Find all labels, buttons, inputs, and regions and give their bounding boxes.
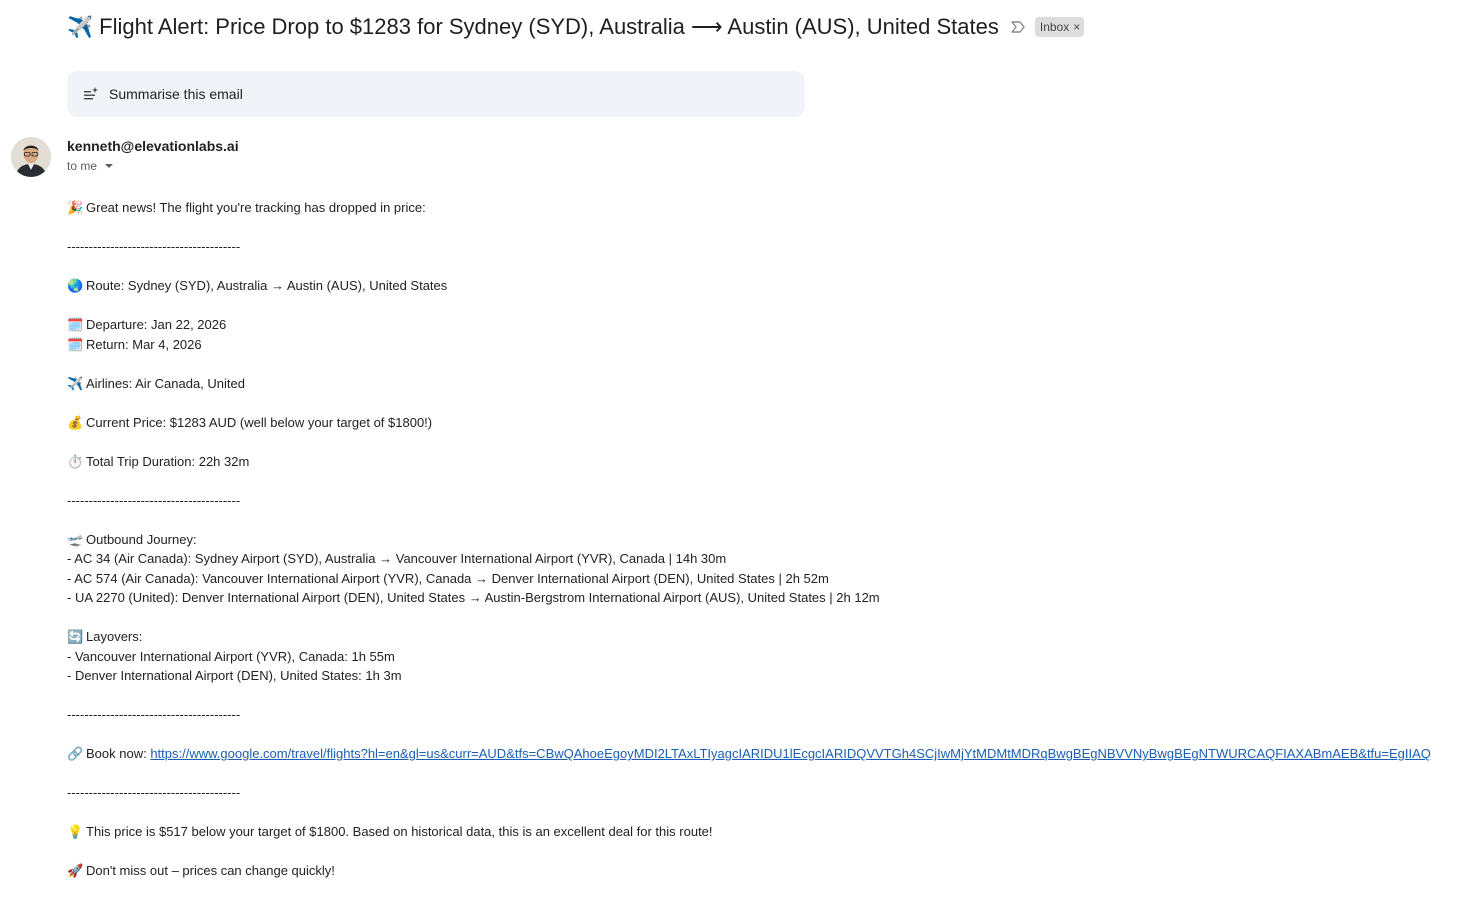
layover-item: - Denver International Airport (DEN), Un…: [67, 668, 402, 683]
subject-row: ✈️ Flight Alert: Price Drop to $1283 for …: [67, 14, 1085, 40]
price-line: 💰 Current Price: $1283 AUD (well below yo…: [67, 413, 1431, 433]
book-line: 🔗 Book now: https://www.google.com/travel…: [67, 744, 1431, 764]
label-text: Inbox: [1039, 20, 1070, 34]
intro-text: Great news! The flight you're tracking h…: [86, 200, 426, 215]
email-body: 🎉 Great news! The flight you're tracking …: [67, 198, 1431, 881]
layovers-title-line: 🔄 Layovers:: [67, 627, 1431, 647]
summarise-sparkle-icon: [84, 87, 98, 100]
outbound-leg: - AC 574 (Air Canada): Vancouver Interna…: [67, 570, 829, 586]
recipient-details-toggle[interactable]: to me: [67, 159, 114, 173]
outbound-leg: - AC 34 (Air Canada): Sydney Airport (SY…: [67, 551, 727, 566]
email-subject: ✈️ Flight Alert: Price Drop to $1283 for …: [67, 14, 999, 40]
outbound-title: Outbound Journey:: [86, 531, 197, 547]
remove-label-button[interactable]: ×: [1073, 20, 1080, 34]
link-icon: 🔗: [67, 746, 84, 761]
inbox-label-chip: Inbox ×: [1034, 17, 1085, 37]
cta-line: 🚀 Don't miss out – prices can change quic…: [67, 861, 1431, 881]
departure-line: 🗓️ Departure: Jan 22, 2026: [67, 315, 1431, 335]
divider: ----------------------------------------: [67, 492, 241, 508]
avatar-portrait-icon: [11, 137, 51, 177]
globe-icon: 🌏: [67, 278, 84, 293]
book-label: Book now:: [86, 746, 147, 761]
chevron-down-icon: [105, 164, 114, 168]
airlines-line: ✈️ Airlines: Air Canada, United: [67, 374, 1431, 394]
outbound-leg: - UA 2270 (United): Denver International…: [67, 590, 880, 605]
calendar-icon: 🗓️: [67, 336, 84, 352]
summarise-label: Summarise this email: [109, 86, 243, 102]
layovers-title: Layovers:: [86, 629, 143, 644]
divider: ----------------------------------------: [67, 239, 241, 254]
return-line: 🗓️ Return: Mar 4, 2026: [67, 335, 1431, 355]
airplane-departure-icon: 🛫: [67, 531, 84, 547]
price-text: Current Price: $1283 AUD (well below you…: [86, 414, 433, 430]
rocket-icon: 🚀: [67, 863, 84, 878]
sender-avatar[interactable]: [11, 137, 51, 177]
money-bag-icon: 💰: [67, 414, 84, 430]
party-icon: 🎉: [67, 200, 84, 215]
subject-text: Flight Alert: Price Drop to $1283 for Sy…: [99, 14, 999, 39]
sender-email: kenneth@elevationlabs.ai: [67, 138, 239, 154]
intro-line: 🎉 Great news! The flight you're tracking …: [67, 198, 1431, 218]
book-now-link[interactable]: https://www.google.com/travel/flights?hl…: [150, 746, 1431, 761]
summarise-email-button[interactable]: Summarise this email: [67, 71, 805, 117]
recipient-label: to me: [67, 159, 98, 173]
layover-item: - Vancouver International Airport (YVR),…: [67, 648, 395, 664]
route-text: Route: Sydney (SYD), Australia → Austin …: [86, 278, 448, 293]
route-line: 🌏 Route: Sydney (SYD), Australia → Austin…: [67, 276, 1431, 296]
divider: ----------------------------------------: [67, 707, 241, 722]
importance-marker-icon[interactable]: [1009, 18, 1027, 36]
departure-text: Departure: Jan 22, 2026: [86, 317, 227, 332]
cycle-arrows-icon: 🔄: [67, 629, 84, 644]
duration-line: ⏱️ Total Trip Duration: 22h 32m: [67, 452, 1431, 472]
duration-text: Total Trip Duration: 22h 32m: [86, 453, 250, 469]
cta-text: Don't miss out – prices can change quick…: [86, 863, 335, 878]
tip-line: 💡 This price is $517 below your target of…: [67, 822, 1431, 842]
light-bulb-icon: 💡: [67, 824, 84, 839]
plane-icon: ✈️: [67, 375, 84, 391]
return-text: Return: Mar 4, 2026: [86, 336, 202, 352]
calendar-icon: 🗓️: [67, 317, 84, 332]
plane-icon: ✈️: [67, 16, 94, 39]
airlines-text: Airlines: Air Canada, United: [86, 375, 245, 391]
tip-text: This price is $517 below your target of …: [86, 824, 713, 839]
outbound-title-line: 🛫 Outbound Journey:: [67, 530, 1431, 550]
divider: ----------------------------------------: [67, 785, 241, 800]
stopwatch-icon: ⏱️: [67, 453, 84, 469]
